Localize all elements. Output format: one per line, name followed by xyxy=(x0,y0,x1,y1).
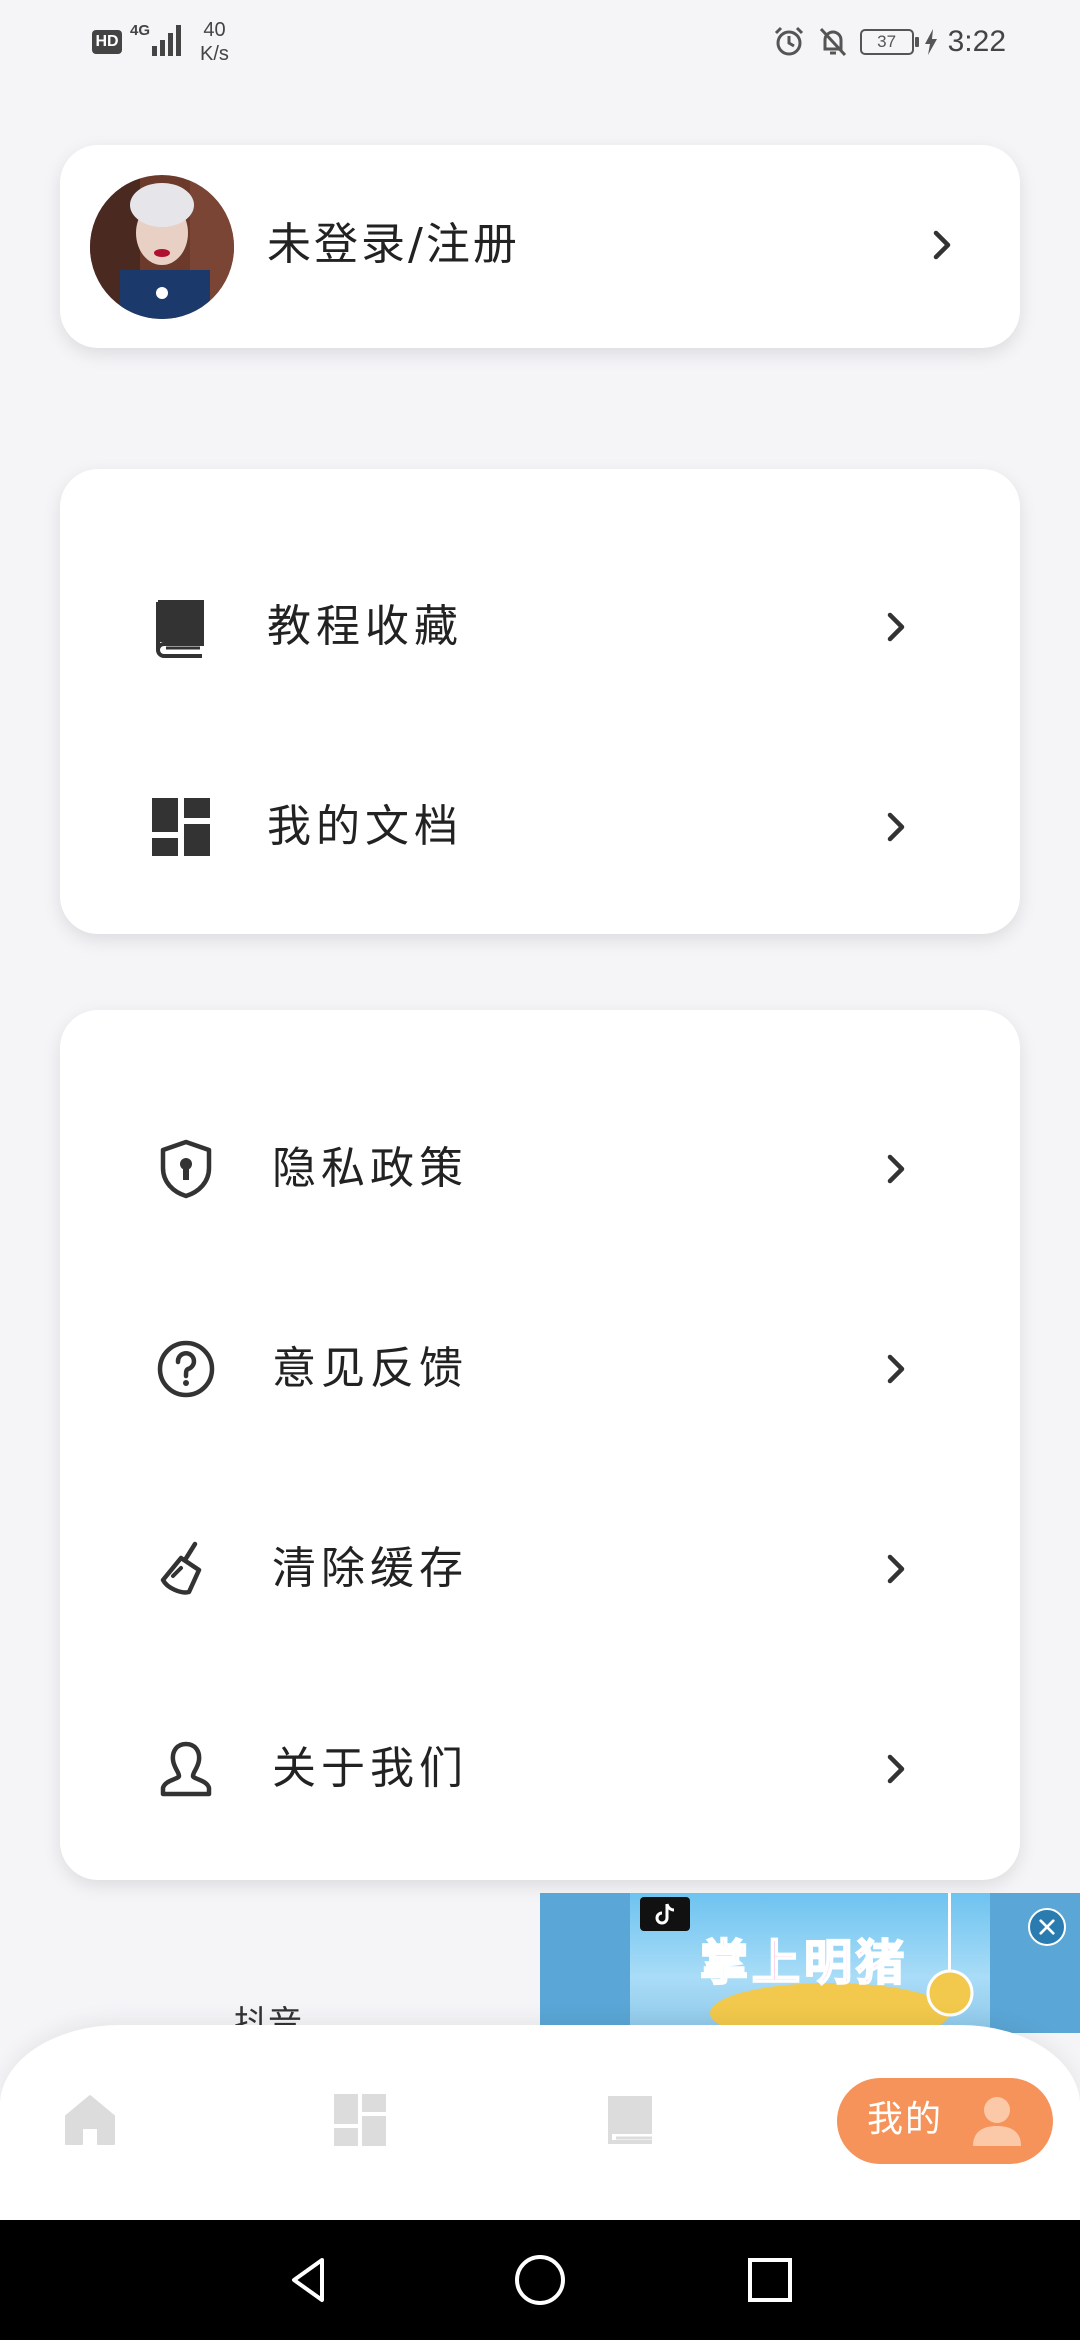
avatar[interactable] xyxy=(90,175,234,319)
menu-item-privacy-policy[interactable]: 隐私政策 xyxy=(60,1113,1020,1223)
chevron-right-icon[interactable] xyxy=(876,1149,916,1189)
menu-item-tutorial-favorites[interactable]: 教程收藏 xyxy=(60,571,1020,681)
menu-item-label: 意见反馈 xyxy=(272,1343,468,1394)
chevron-right-icon[interactable] xyxy=(876,1349,916,1389)
person-outline-icon xyxy=(160,1741,212,1797)
person-icon xyxy=(973,2097,1021,2146)
chevron-right-icon[interactable] xyxy=(922,225,962,265)
speed-value: 40 xyxy=(203,19,226,41)
shield-icon xyxy=(160,1139,212,1199)
menu-item-label: 清除缓存 xyxy=(272,1543,468,1594)
charging-icon xyxy=(924,29,937,55)
profile-card[interactable]: 未登录/注册 xyxy=(60,145,1020,348)
speed-unit: K/s xyxy=(200,43,229,65)
nav-item-mine-label: 我的 xyxy=(867,2099,944,2140)
hd-badge: HD xyxy=(92,30,122,54)
menu-card-content: 教程收藏 我的文档 xyxy=(60,469,1020,934)
menu-item-feedback[interactable]: 意见反馈 xyxy=(60,1313,1020,1423)
dashboard-grid-icon xyxy=(152,798,210,856)
menu-item-my-documents[interactable]: 我的文档 xyxy=(60,771,1020,881)
book-icon[interactable] xyxy=(602,2092,658,2148)
clock: 3:22 xyxy=(947,25,1006,58)
book-icon xyxy=(156,600,204,658)
system-navigation-bar xyxy=(0,2220,1080,2340)
chevron-right-icon[interactable] xyxy=(876,607,916,647)
home-icon[interactable] xyxy=(62,2092,118,2148)
question-circle-icon xyxy=(157,1340,215,1398)
network-speed: 40 K/s xyxy=(200,18,229,66)
alarm-icon xyxy=(774,26,803,56)
status-right: 37 3:22 xyxy=(772,22,1006,62)
network-type: 4G xyxy=(130,22,151,39)
battery-indicator: 37 xyxy=(859,29,919,55)
menu-item-label: 教程收藏 xyxy=(267,601,463,652)
ad-banner[interactable]: 掌上明猪 xyxy=(540,1893,1080,2033)
recent-apps-icon[interactable] xyxy=(740,2250,800,2310)
ad-banner-title: 掌上明猪 xyxy=(699,1934,909,1992)
chevron-right-icon[interactable] xyxy=(876,1549,916,1589)
nav-item-mine[interactable]: 我的 xyxy=(837,2078,1053,2164)
status-bar: HD 4G 40 K/s 37 3:22 xyxy=(0,0,1080,84)
chevron-right-icon[interactable] xyxy=(876,1749,916,1789)
menu-card-settings: 隐私政策 意见反馈 清除缓存 关于我们 xyxy=(60,1010,1020,1880)
menu-item-label: 关于我们 xyxy=(272,1743,468,1794)
mute-bell-icon xyxy=(819,27,846,57)
login-register-label: 未登录/注册 xyxy=(267,219,520,270)
back-icon[interactable] xyxy=(280,2250,340,2310)
tiktok-icon xyxy=(640,1897,690,1931)
home-circle-icon[interactable] xyxy=(510,2250,570,2310)
signal-icon xyxy=(152,25,181,56)
dashboard-grid-icon[interactable] xyxy=(332,2092,388,2148)
menu-item-label: 我的文档 xyxy=(267,801,463,852)
menu-item-about-us[interactable]: 关于我们 xyxy=(60,1713,1020,1823)
chevron-right-icon[interactable] xyxy=(876,807,916,847)
close-icon[interactable] xyxy=(1028,1908,1066,1946)
menu-item-label: 隐私政策 xyxy=(272,1143,468,1194)
brush-icon xyxy=(160,1541,202,1595)
menu-item-clear-cache[interactable]: 清除缓存 xyxy=(60,1513,1020,1623)
